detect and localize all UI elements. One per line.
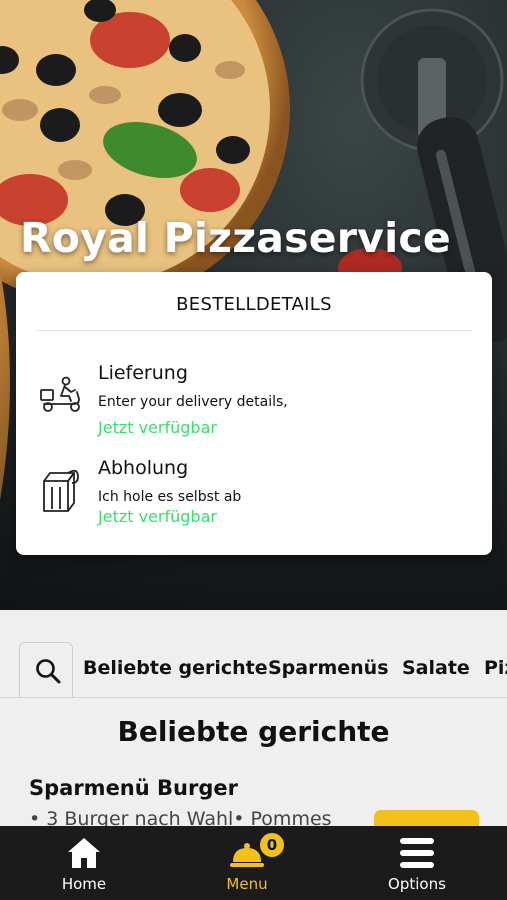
delivery-scooter-icon	[40, 376, 80, 412]
section-title: Beliebte gerichte	[117, 715, 390, 748]
category-tab-pizza[interactable]: Pizza	[484, 657, 507, 679]
pickup-option-title: Abholung	[98, 457, 189, 479]
delivery-option-description: Enter your delivery details,	[98, 394, 288, 410]
nav-menu-label: Menu	[226, 875, 268, 893]
pickup-option[interactable]: Abholung Ich hole es selbst ab Jetzt ver…	[38, 457, 478, 537]
card-divider	[36, 330, 472, 331]
bottom-navigation: Home 0 Menu Options	[0, 826, 507, 900]
nav-home[interactable]: Home	[34, 826, 134, 900]
nav-options[interactable]: Options	[367, 826, 467, 900]
delivery-option-title: Lieferung	[98, 362, 188, 384]
pickup-option-status: Jetzt verfügbar	[98, 507, 217, 526]
order-details-heading: BESTELLDETAILS	[176, 294, 332, 315]
category-bar: Beliebte gerichte Sparmenüs Salate Pizza	[0, 640, 507, 698]
nav-menu[interactable]: 0 Menu	[197, 826, 297, 900]
order-details-card: BESTELLDETAILS Lieferung Enter your deli…	[16, 272, 492, 555]
cart-count-badge: 0	[260, 833, 284, 857]
nav-home-label: Home	[61, 875, 107, 893]
home-icon	[68, 838, 100, 868]
category-tab-salate[interactable]: Salate	[402, 657, 470, 679]
menu-item-title[interactable]: Sparmenü Burger	[29, 776, 238, 800]
restaurant-title: Royal Pizzaservice	[20, 214, 451, 262]
nav-options-label: Options	[388, 875, 446, 893]
search-icon	[36, 659, 61, 684]
delivery-option-status: Jetzt verfügbar	[98, 418, 217, 437]
takeaway-bag-icon	[43, 469, 79, 512]
delivery-option[interactable]: Lieferung Enter your delivery details, J…	[38, 362, 478, 442]
pickup-option-description: Ich hole es selbst ab	[98, 489, 242, 505]
category-tab-sparmenues[interactable]: Sparmenüs	[268, 657, 389, 679]
hamburger-menu-icon	[400, 838, 434, 868]
category-tab-beliebte[interactable]: Beliebte gerichte	[83, 657, 268, 679]
search-button[interactable]	[19, 642, 73, 697]
